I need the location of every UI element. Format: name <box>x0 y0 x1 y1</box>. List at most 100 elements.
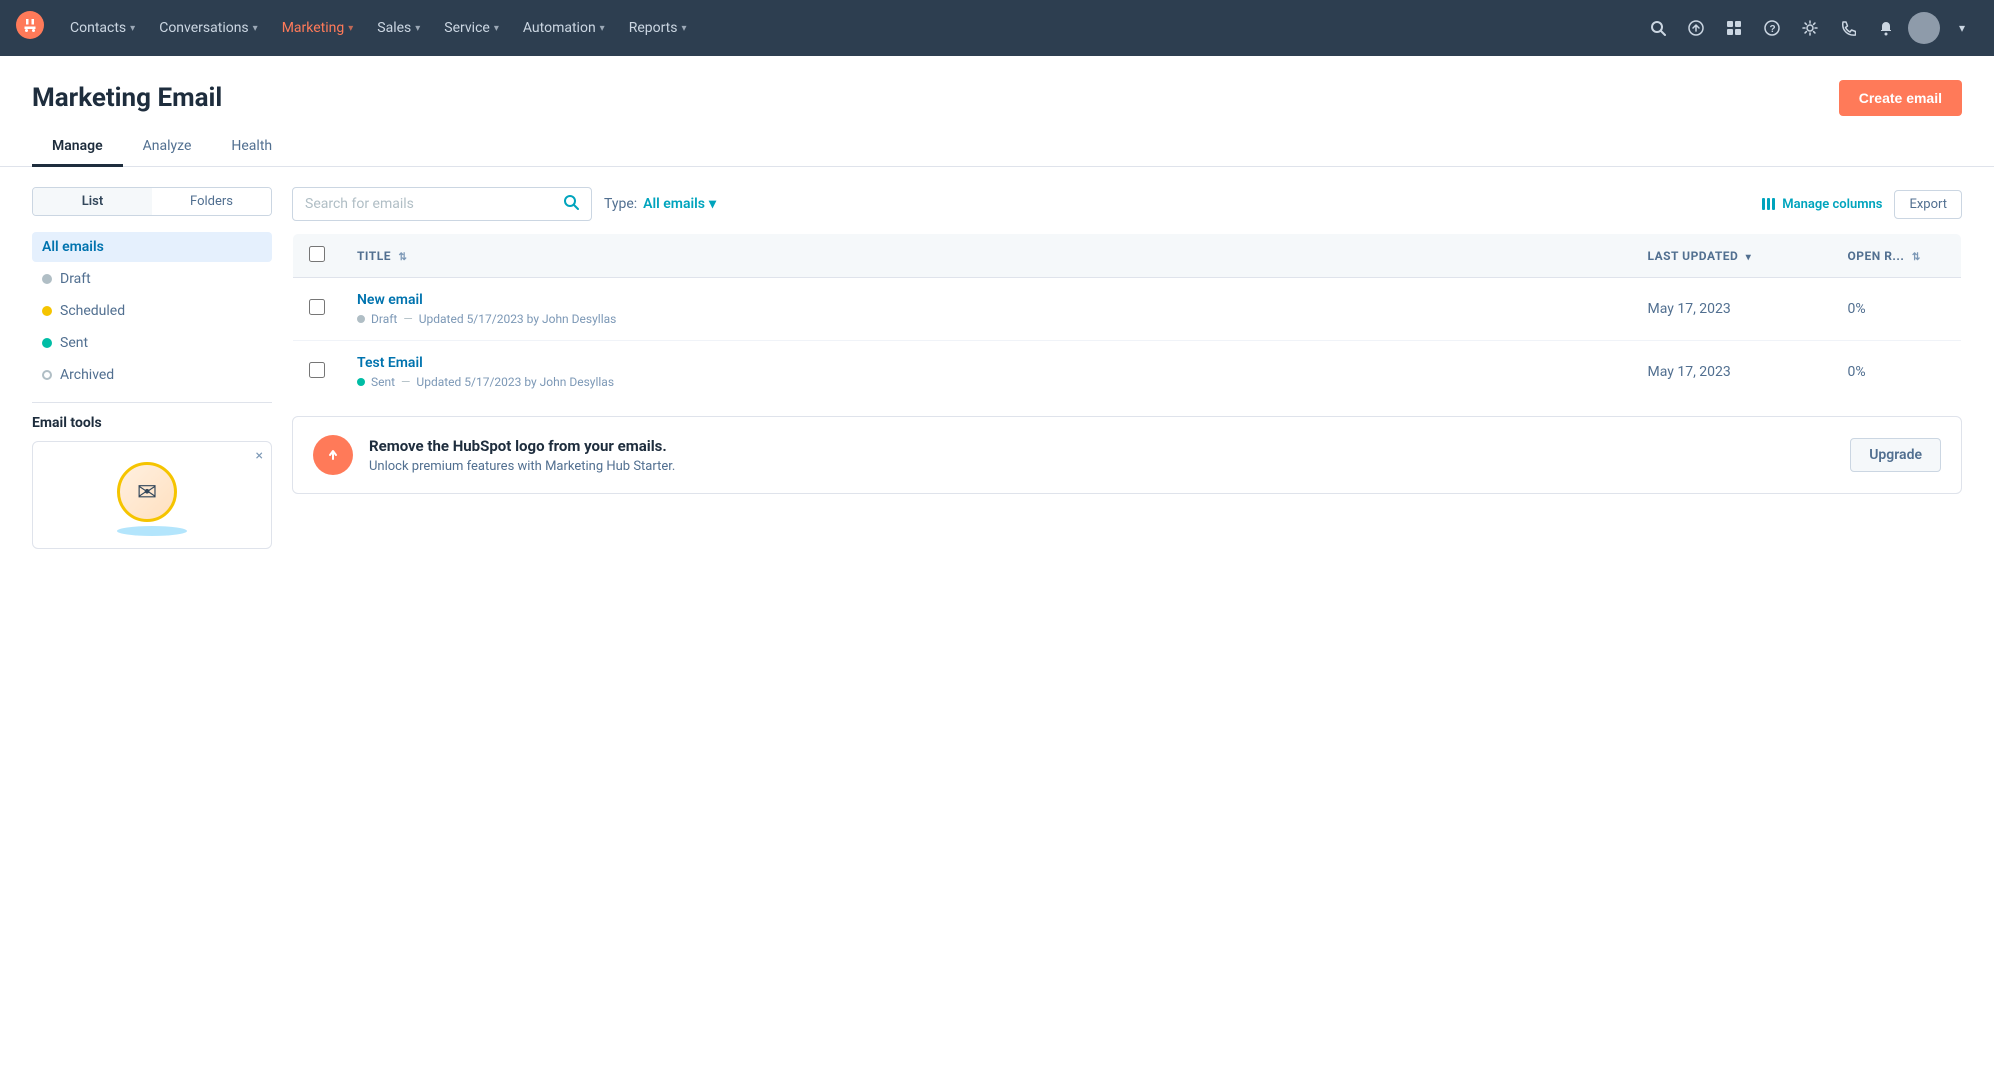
main-content: Type: All emails ▾ Man <box>292 187 1962 549</box>
nav-conversations[interactable]: Conversations ▾ <box>149 14 268 42</box>
sort-active-icon: ▾ <box>1746 252 1752 263</box>
header-last-updated[interactable]: LAST UPDATED ▾ <box>1632 234 1832 278</box>
sidebar-item-draft[interactable]: Draft <box>32 264 272 294</box>
tab-analyze[interactable]: Analyze <box>123 128 212 167</box>
sidebar-item-archived[interactable]: Archived <box>32 360 272 390</box>
tab-manage[interactable]: Manage <box>32 128 123 167</box>
sidebar-item-label: Sent <box>60 335 88 351</box>
create-email-button[interactable]: Create email <box>1839 80 1962 116</box>
search-box[interactable] <box>292 187 592 221</box>
nav-marketing[interactable]: Marketing ▾ <box>272 14 364 42</box>
nav-icons: ? ▾ <box>1642 12 1978 44</box>
email-table: TITLE ⇅ LAST UPDATED ▾ OPEN R... ⇅ <box>292 233 1962 404</box>
row-title-cell: New email Draft — Updated 5/17/2023 by J… <box>341 278 1632 341</box>
type-filter: Type: All emails ▾ <box>604 196 716 212</box>
upgrade-title: Remove the HubSpot logo from your emails… <box>369 437 1834 455</box>
table-row: Test Email Sent — Updated 5/17/2023 by J… <box>293 341 1962 404</box>
close-icon[interactable]: × <box>256 448 263 464</box>
page-header: Marketing Email Create email <box>0 56 1994 116</box>
upgrade-button[interactable]: Upgrade <box>1850 438 1941 472</box>
folders-view-button[interactable]: Folders <box>152 188 271 215</box>
select-all-checkbox[interactable] <box>309 246 325 262</box>
phone-icon-btn[interactable] <box>1832 12 1864 44</box>
settings-icon-btn[interactable] <box>1794 12 1826 44</box>
nav-reports[interactable]: Reports ▾ <box>619 14 697 42</box>
notifications-icon-btn[interactable] <box>1870 12 1902 44</box>
type-value-dropdown[interactable]: All emails ▾ <box>643 196 716 212</box>
status-dot-icon <box>357 315 365 323</box>
sidebar: List Folders All emails Draft Scheduled … <box>32 187 272 549</box>
email-title-link[interactable]: New email <box>357 292 1616 308</box>
export-button[interactable]: Export <box>1894 190 1962 219</box>
account-chevron-icon[interactable]: ▾ <box>1946 12 1978 44</box>
row-title-cell: Test Email Sent — Updated 5/17/2023 by J… <box>341 341 1632 404</box>
sent-dot-icon <box>42 338 52 348</box>
chevron-down-icon: ▾ <box>682 23 687 34</box>
help-icon-btn[interactable]: ? <box>1756 12 1788 44</box>
tabs-bar: Manage Analyze Health <box>0 116 1994 167</box>
row-last-updated: May 17, 2023 <box>1632 341 1832 404</box>
header-open-rate[interactable]: OPEN R... ⇅ <box>1832 234 1962 278</box>
row-checkbox-cell <box>293 341 342 404</box>
chevron-down-icon: ▾ <box>348 23 353 34</box>
row-open-rate: 0% <box>1832 341 1962 404</box>
archived-dot-icon <box>42 370 52 380</box>
list-view-button[interactable]: List <box>33 188 152 215</box>
row-open-rate: 0% <box>1832 278 1962 341</box>
avatar[interactable] <box>1908 12 1940 44</box>
marketplace-icon-btn[interactable] <box>1718 12 1750 44</box>
chevron-down-icon: ▾ <box>709 196 716 212</box>
row-checkbox[interactable] <box>309 362 325 378</box>
sidebar-item-label: Draft <box>60 271 91 287</box>
sidebar-nav: All emails Draft Scheduled Sent Archived <box>32 232 272 390</box>
sidebar-item-sent[interactable]: Sent <box>32 328 272 358</box>
upgrade-icon <box>313 435 353 475</box>
header-checkbox-cell <box>293 234 342 278</box>
view-toggle: List Folders <box>32 187 272 216</box>
status-dot-icon <box>357 378 365 386</box>
nav-service[interactable]: Service ▾ <box>434 14 509 42</box>
email-title-link[interactable]: Test Email <box>357 355 1616 371</box>
page-container: Marketing Email Create email Manage Anal… <box>0 56 1994 1067</box>
email-meta: Sent — Updated 5/17/2023 by John Desylla… <box>357 375 1616 389</box>
top-nav: Contacts ▾ Conversations ▾ Marketing ▾ S… <box>0 0 1994 56</box>
upload-icon-btn[interactable] <box>1680 12 1712 44</box>
upgrade-subtitle: Unlock premium features with Marketing H… <box>369 459 1834 474</box>
chevron-down-icon: ▾ <box>130 23 135 34</box>
hubspot-logo[interactable] <box>16 11 44 45</box>
tools-shadow <box>117 526 187 536</box>
table-body: New email Draft — Updated 5/17/2023 by J… <box>293 278 1962 404</box>
header-title[interactable]: TITLE ⇅ <box>341 234 1632 278</box>
search-input[interactable] <box>305 196 555 212</box>
email-tools-card: × ✉ <box>32 441 272 549</box>
page-title: Marketing Email <box>32 83 222 113</box>
table-header: TITLE ⇅ LAST UPDATED ▾ OPEN R... ⇅ <box>293 234 1962 278</box>
tools-icon: ✉ <box>117 462 177 522</box>
email-tools-title: Email tools <box>32 415 272 431</box>
sort-icon: ⇅ <box>398 252 407 263</box>
nav-automation[interactable]: Automation ▾ <box>513 14 615 42</box>
table-row: New email Draft — Updated 5/17/2023 by J… <box>293 278 1962 341</box>
search-icon[interactable] <box>563 194 579 214</box>
sidebar-item-all-emails[interactable]: All emails <box>32 232 272 262</box>
search-icon-btn[interactable] <box>1642 12 1674 44</box>
sidebar-item-label: Archived <box>60 367 114 383</box>
type-label: Type: <box>604 196 637 212</box>
manage-columns-button[interactable]: Manage columns <box>1762 197 1882 212</box>
sidebar-item-label: Scheduled <box>60 303 125 319</box>
sidebar-divider <box>32 402 272 403</box>
upgrade-banner: Remove the HubSpot logo from your emails… <box>292 416 1962 494</box>
svg-text:?: ? <box>1770 24 1776 35</box>
chevron-down-icon: ▾ <box>494 23 499 34</box>
nav-sales[interactable]: Sales ▾ <box>367 14 430 42</box>
columns-icon <box>1762 198 1776 210</box>
tab-health[interactable]: Health <box>211 128 292 167</box>
draft-dot-icon <box>42 274 52 284</box>
sidebar-item-label: All emails <box>42 239 104 255</box>
sidebar-item-scheduled[interactable]: Scheduled <box>32 296 272 326</box>
row-checkbox[interactable] <box>309 299 325 315</box>
chevron-down-icon: ▾ <box>253 23 258 34</box>
nav-contacts[interactable]: Contacts ▾ <box>60 14 145 42</box>
scheduled-dot-icon <box>42 306 52 316</box>
sort-icon: ⇅ <box>1912 252 1921 263</box>
